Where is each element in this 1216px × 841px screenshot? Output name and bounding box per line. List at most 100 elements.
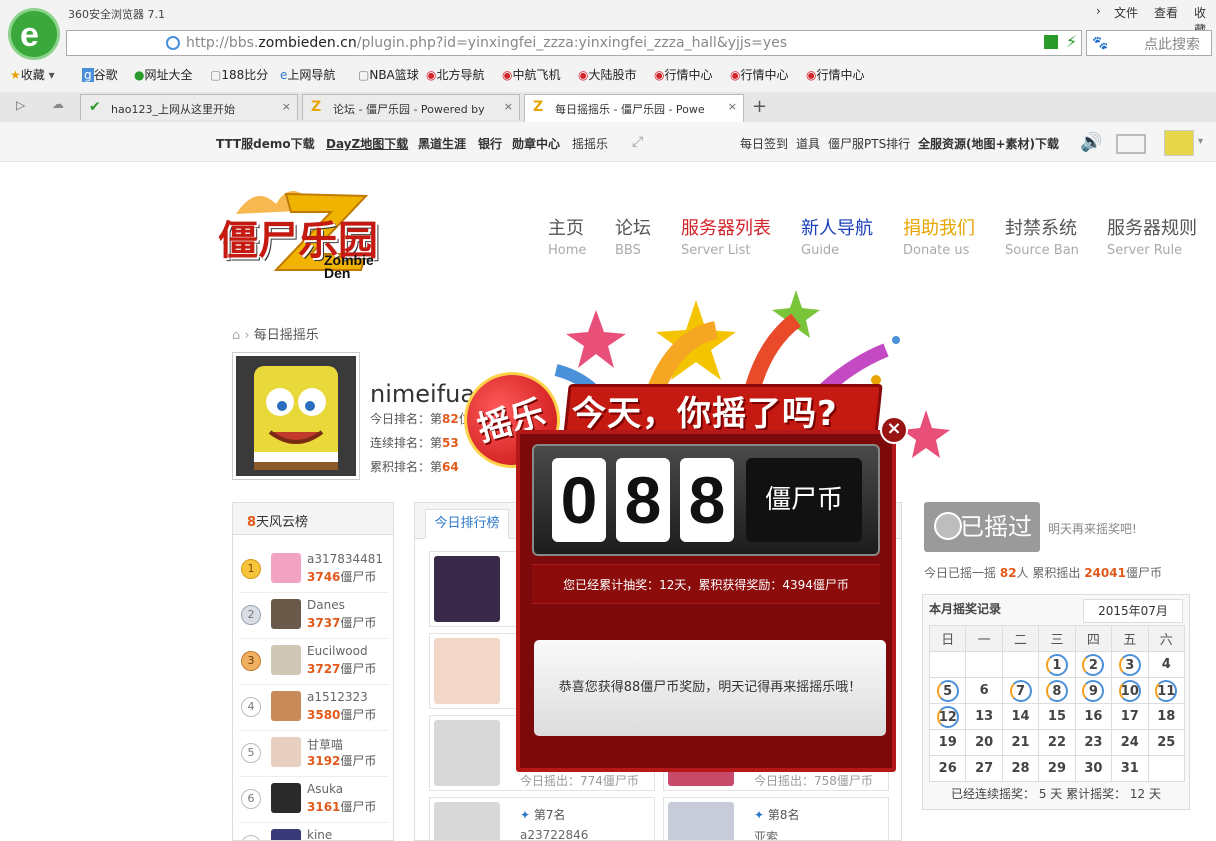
calendar-month-select[interactable]: 2015年07月 (1083, 599, 1183, 623)
window-title: 360安全浏览器 7.1 (68, 8, 165, 21)
avatar[interactable] (271, 553, 301, 583)
topbar-pts[interactable]: 僵尸服PTS排行 (828, 135, 910, 152)
bookmark-favorites[interactable]: ★收藏 ▾ (10, 66, 55, 83)
avatar[interactable] (271, 599, 301, 629)
rank-username[interactable]: Eucilwood (307, 644, 368, 658)
tab-hao123[interactable]: ✔ hao123_上网从这里开始 × (80, 94, 298, 120)
rank-username[interactable]: Danes (307, 598, 345, 612)
lightning-icon[interactable]: ⚡ (1066, 32, 1077, 51)
menu-file[interactable]: 文件 (1114, 4, 1138, 21)
calendar-day: 25 (1147, 729, 1186, 756)
list-item[interactable]: 6 Asuka 3161僵尸币 (239, 777, 389, 823)
rank-username[interactable]: a1512323 (307, 690, 368, 704)
topbar-link-shake[interactable]: 摇摇乐 (572, 135, 608, 152)
bookmark-nav[interactable]: e上网导航 (280, 66, 335, 83)
browser-logo-icon[interactable]: e (8, 8, 60, 60)
breadcrumb-current[interactable]: 每日摇摇乐 (254, 328, 319, 343)
bookmark-avic[interactable]: ◉中航飞机 (502, 66, 561, 83)
bookmark-quote-3[interactable]: ◉行情中心 (806, 66, 865, 83)
close-icon[interactable]: × (282, 100, 291, 113)
list-item[interactable]: 7 kine (239, 823, 389, 840)
ranking-card[interactable]: ✦ 第7名 a23722846 (429, 797, 655, 840)
calendar-day: 21 (1001, 729, 1040, 756)
bookmark-quote-2[interactable]: ◉行情中心 (730, 66, 789, 83)
list-item[interactable]: 5 甘草喵 3192僵尸币 (239, 731, 389, 777)
url-text[interactable]: http://bbs.zombieden.cn/plugin.php?id=yi… (186, 35, 787, 51)
search-placeholder[interactable]: 点此搜索 (1144, 34, 1200, 54)
caret-down-icon[interactable]: ▾ (1198, 136, 1203, 147)
shaken-day-marker: 9 (1082, 679, 1105, 702)
topbar-link-bank[interactable]: 银行 (478, 135, 502, 152)
weekday-header: 六 (1147, 625, 1186, 652)
rank-username[interactable]: 甘草喵 (307, 736, 343, 753)
sidebar-toggle-icon[interactable]: ▷ (16, 98, 25, 112)
avatar[interactable] (434, 556, 500, 622)
menu-view[interactable]: 查看 (1154, 4, 1178, 21)
rank-medal: 2 (241, 605, 261, 625)
topbar-link-gang[interactable]: 黑道生涯 (418, 135, 466, 152)
tab-shake[interactable]: Z 每日摇摇乐 - 僵尸乐园 - Powe × (524, 94, 744, 122)
day-number: 16 (1084, 709, 1103, 724)
card-username[interactable]: 亚索 (754, 828, 778, 840)
avatar[interactable] (271, 691, 301, 721)
bookmark-hao360[interactable]: ●网址大全 (134, 66, 193, 83)
card-username[interactable]: a23722846 (520, 828, 588, 840)
avatar[interactable] (271, 737, 301, 767)
avatar[interactable] (271, 829, 301, 840)
day-number: 6 (979, 683, 989, 698)
tab-today-ranking[interactable]: 今日排行榜 (425, 509, 509, 539)
topbar-link-dayz[interactable]: DayZ地图下载 (326, 135, 408, 152)
nav-home[interactable]: 主页 Home (548, 214, 586, 258)
topbar-link-medal[interactable]: 勋章中心 (512, 135, 560, 152)
avatar[interactable] (271, 645, 301, 675)
qr-code-icon[interactable] (1044, 35, 1058, 49)
list-item[interactable]: 3 Eucilwood 3727僵尸币 (239, 639, 389, 685)
mail-icon[interactable] (1116, 134, 1146, 154)
close-icon[interactable]: × (504, 100, 513, 113)
topbar-checkin[interactable]: 每日签到 (740, 135, 788, 152)
bookmark-188[interactable]: ▢188比分 (210, 66, 268, 83)
avatar[interactable] (434, 720, 500, 786)
user-avatar[interactable] (1164, 130, 1194, 156)
nav-server-rule[interactable]: 服务器规则 Server Rule (1107, 214, 1197, 258)
nav-donate[interactable]: 捐助我们 Donate us (903, 214, 975, 258)
topbar-resources[interactable]: 全服资源(地图+素材)下载 (918, 135, 1059, 152)
rank-medal: 1 (241, 559, 261, 579)
bookmark-north[interactable]: ◉北方导航 (426, 66, 485, 83)
rank-username[interactable]: Asuka (307, 782, 343, 796)
nav-bbs[interactable]: 论坛 BBS (615, 214, 651, 258)
speaker-icon[interactable]: 🔊 (1080, 132, 1102, 153)
chevron-right-icon[interactable]: › (1096, 4, 1101, 18)
ranking-card[interactable]: ✦ 第8名 亚索 (663, 797, 889, 840)
list-item[interactable]: 2 Danes 3737僵尸币 (239, 593, 389, 639)
topbar-items[interactable]: 道具 (796, 135, 820, 152)
close-icon[interactable]: × (728, 100, 737, 113)
bookmark-nba[interactable]: ▢NBA篮球 (358, 66, 419, 83)
rank-username[interactable]: kine (307, 828, 332, 840)
avatar[interactable] (434, 638, 500, 704)
site-logo[interactable]: 僵尸乐园 Zombie Den (216, 184, 388, 284)
day-number: 22 (1047, 735, 1066, 750)
list-item[interactable]: 4 a1512323 3580僵尸币 (239, 685, 389, 731)
nav-guide[interactable]: 新人导航 Guide (801, 214, 873, 258)
nav-source-ban[interactable]: 封禁系统 Source Ban (1005, 214, 1079, 258)
avatar[interactable] (434, 802, 500, 840)
avatar[interactable] (668, 802, 734, 840)
tab-forum[interactable]: Z 论坛 - 僵尸乐园 - Powered by × (302, 94, 520, 120)
home-icon[interactable]: ⌂ (232, 328, 240, 343)
cloud-icon[interactable]: ☁ (52, 97, 64, 111)
rank-username[interactable]: a317834481 (307, 552, 383, 566)
expand-icon[interactable]: ⤢ (632, 134, 643, 150)
list-item[interactable]: 1 a317834481 3746僵尸币 (239, 547, 389, 593)
weekday-header: 日 (928, 625, 967, 652)
bookmark-quote-1[interactable]: ◉行情中心 (654, 66, 713, 83)
close-icon[interactable]: × (880, 416, 908, 444)
bookmark-stock[interactable]: ◉大陆股市 (578, 66, 637, 83)
streak-rank: 连续排名：第53 (370, 436, 459, 450)
nav-server-list[interactable]: 服务器列表 Server List (681, 214, 771, 258)
reward-digit-2: 8 (616, 458, 670, 542)
new-tab-button[interactable]: + (752, 96, 767, 117)
avatar[interactable] (271, 783, 301, 813)
topbar-link-ttt[interactable]: TTT服demo下载 (216, 135, 315, 152)
bookmark-google[interactable]: g 谷歌 (82, 66, 118, 83)
